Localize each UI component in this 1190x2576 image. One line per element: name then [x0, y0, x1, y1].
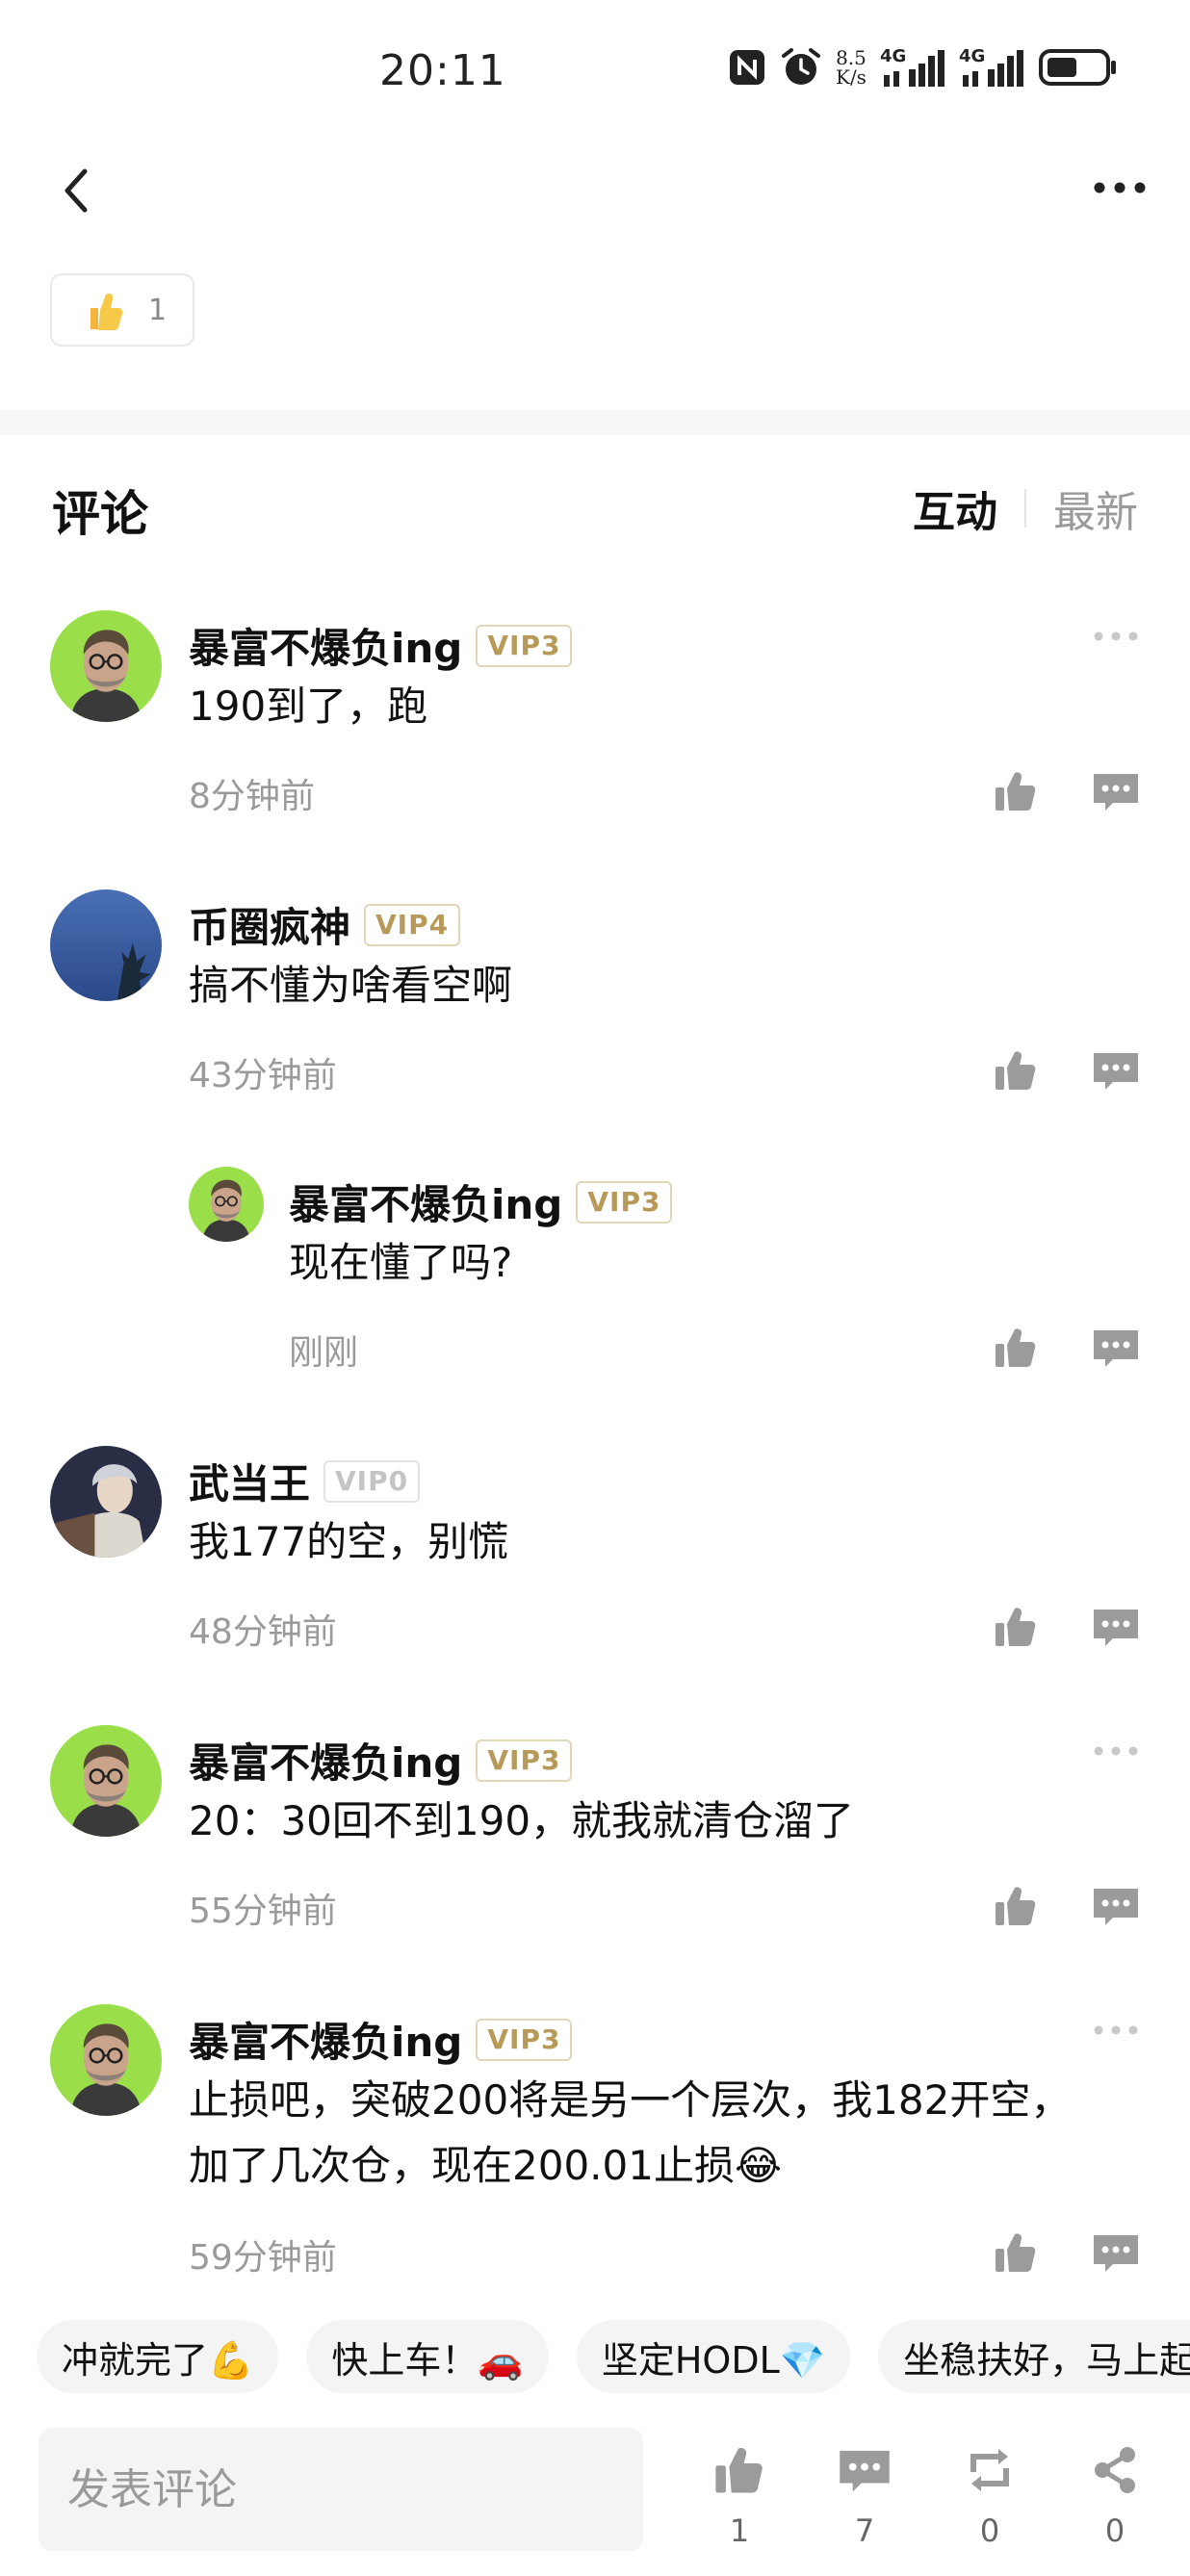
comment-time: 刚刚: [289, 1333, 359, 1373]
comment-text: 20：30回不到190，就我就清仓溜了: [189, 1797, 855, 1844]
signal-label: 4G: [880, 46, 906, 66]
battery-icon: [1038, 49, 1116, 86]
comment-username[interactable]: 武当王: [189, 1452, 310, 1510]
comment-bubble-icon: [840, 2450, 890, 2492]
comment-input-box[interactable]: [39, 2428, 643, 2551]
comment-username[interactable]: 币圈疯神: [189, 895, 350, 954]
vip-badge: VIP3: [476, 624, 573, 667]
sort-tabs: 互动 最新: [913, 477, 1138, 539]
repost-action[interactable]: 0: [951, 2445, 1028, 2551]
post-like-count: 1: [148, 293, 168, 327]
comment-text: 止损吧，突破200将是另一个层次，我182开空，加了几次仓，现在200.01止损…: [189, 2076, 1072, 2189]
quick-reply-chips: 冲就完了💪 快上车！🚗 坚定HODL💎 坐稳扶好，马上起飞: [37, 2320, 1190, 2397]
more-button[interactable]: [1092, 173, 1148, 202]
more-horizontal-icon[interactable]: [1092, 630, 1140, 643]
signal-label: 4G: [959, 46, 985, 66]
vip-badge: VIP3: [576, 1180, 673, 1224]
thumbs-up-icon[interactable]: [994, 770, 1038, 812]
thumbs-up-icon[interactable]: [994, 1049, 1038, 1092]
net-speed-value: 8.5: [836, 46, 867, 69]
avatar[interactable]: [189, 1167, 264, 1242]
nfc-icon: [730, 50, 764, 85]
thumbs-up-emoji-icon: [91, 293, 123, 330]
comment-time: 55分钟前: [189, 1892, 337, 1931]
comment-time: 43分钟前: [189, 1056, 337, 1095]
comment-username[interactable]: 暴富不爆负ing: [189, 616, 462, 675]
repost-count: 0: [979, 2512, 1000, 2549]
comment-time: 59分钟前: [189, 2238, 337, 2278]
quick-reply-chip[interactable]: 坚定HODL💎: [576, 2320, 851, 2393]
avatar[interactable]: [50, 1725, 162, 1837]
comment-count: 7: [854, 2512, 875, 2549]
share-icon: [1095, 2447, 1135, 2493]
vip-badge: VIP3: [476, 1739, 573, 1782]
like-count: 1: [729, 2512, 750, 2549]
comment-input[interactable]: [39, 2428, 643, 2551]
thumbs-up-icon[interactable]: [994, 1606, 1038, 1648]
status-icons: 8.5 K/s 4G 4G: [728, 42, 1119, 92]
comment-bubble-icon[interactable]: [1092, 1049, 1140, 1092]
tab-interactive[interactable]: 互动: [913, 477, 997, 539]
thumbs-up-icon[interactable]: [994, 1327, 1038, 1369]
comment-bubble-icon[interactable]: [1092, 2231, 1140, 2274]
avatar[interactable]: [50, 889, 162, 1001]
avatar[interactable]: [50, 1446, 162, 1558]
comment-time: 8分钟前: [189, 777, 315, 816]
more-horizontal-icon: [1094, 182, 1146, 193]
thumbs-up-icon: [715, 2447, 763, 2493]
signal-icon: 4G: [959, 46, 1023, 87]
comment-username[interactable]: 暴富不爆负ing: [289, 1172, 562, 1231]
comment-bubble-icon[interactable]: [1092, 770, 1140, 812]
net-speed-unit: K/s: [836, 65, 867, 89]
quick-reply-chip[interactable]: 坐稳扶好，马上起飞: [878, 2320, 1190, 2393]
signal-icon: 4G: [880, 46, 944, 87]
comment-text: 我177的空，别慌: [189, 1518, 509, 1565]
comment-text: 搞不懂为啥看空啊: [189, 962, 513, 1009]
tab-latest[interactable]: 最新: [1053, 477, 1138, 539]
thumbs-up-icon[interactable]: [994, 1885, 1038, 1927]
avatar[interactable]: [50, 610, 162, 722]
alarm-icon: [782, 48, 820, 85]
repost-icon: [970, 2449, 1009, 2491]
comment-bubble-icon[interactable]: [1092, 1606, 1140, 1648]
chevron-left-icon: [65, 168, 88, 213]
comment-username[interactable]: 暴富不爆负ing: [189, 2010, 462, 2069]
comment-bubble-icon[interactable]: [1092, 1885, 1140, 1927]
quick-reply-chip[interactable]: 冲就完了💪: [37, 2320, 279, 2393]
share-action[interactable]: 0: [1076, 2445, 1153, 2551]
back-button[interactable]: [56, 164, 98, 218]
status-bar: 20:11 8.5 K/s 4G 4G: [0, 0, 1190, 135]
like-action[interactable]: 1: [701, 2445, 778, 2551]
comment-text: 190到了，跑: [189, 683, 428, 730]
vip-badge: VIP4: [364, 903, 461, 946]
section-divider: [0, 410, 1190, 435]
net-speed: 8.5 K/s: [836, 48, 867, 87]
comment-username[interactable]: 暴富不爆负ing: [189, 1731, 462, 1790]
quick-reply-chip[interactable]: 快上车！🚗: [306, 2320, 549, 2393]
post-like-button[interactable]: 1: [50, 273, 194, 347]
comments-title: 评论: [52, 486, 148, 542]
tab-separator: [1024, 489, 1026, 528]
more-horizontal-icon[interactable]: [1092, 2023, 1140, 2037]
share-count: 0: [1104, 2512, 1125, 2549]
thumbs-up-icon[interactable]: [994, 2231, 1038, 2274]
avatar[interactable]: [50, 2004, 162, 2116]
more-horizontal-icon[interactable]: [1092, 1744, 1140, 1758]
comment-text: 现在懂了吗?: [289, 1239, 513, 1286]
comment-bubble-icon[interactable]: [1092, 1327, 1140, 1369]
status-time: 20:11: [379, 46, 506, 95]
vip-badge: VIP3: [476, 2018, 573, 2061]
vip-badge: VIP0: [323, 1459, 421, 1503]
comment-time: 48分钟前: [189, 1612, 337, 1652]
comment-action[interactable]: 7: [826, 2445, 903, 2551]
